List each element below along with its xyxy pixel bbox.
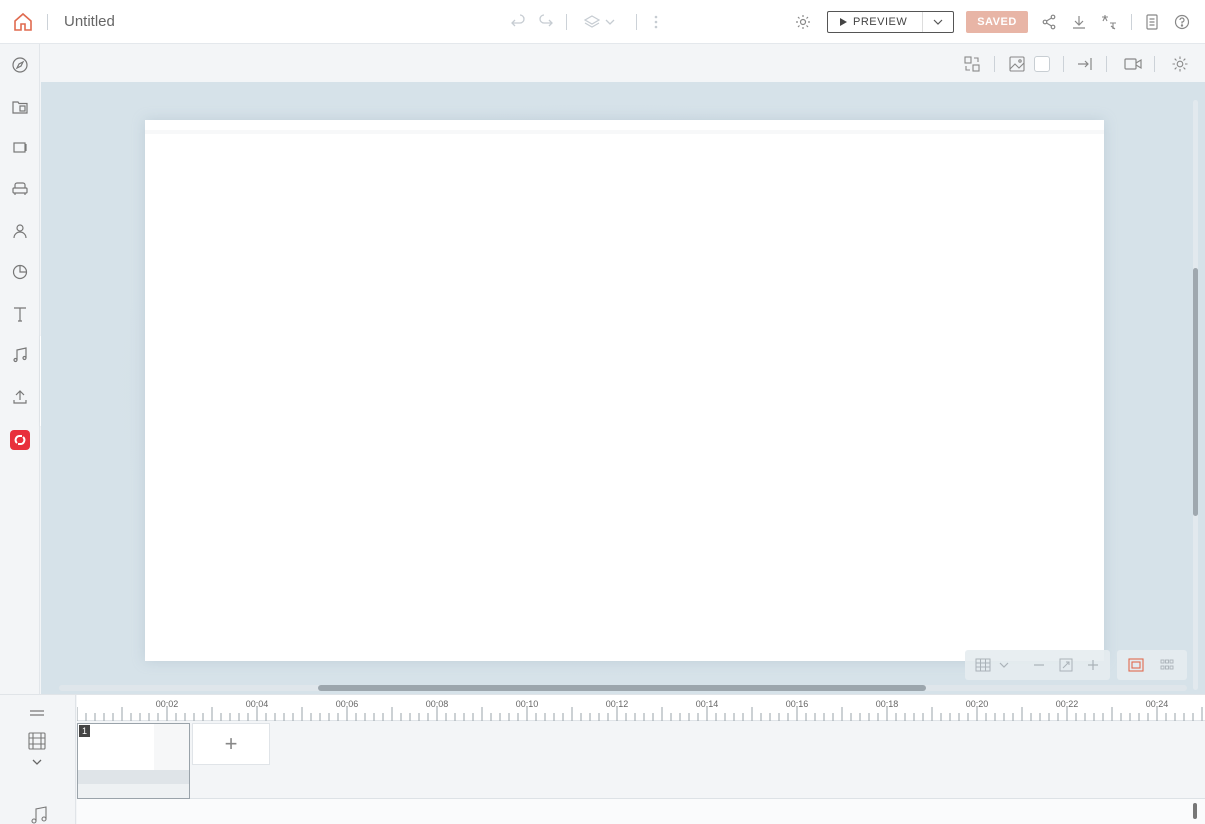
ruler-tick-label: 00:06 — [335, 699, 359, 709]
notes-icon[interactable] — [1142, 12, 1162, 32]
ruler-tick-label: 00:14 — [695, 699, 719, 709]
divider — [636, 14, 637, 30]
ruler-tick-label: 00:12 — [605, 699, 629, 709]
background-color-swatch[interactable] — [1031, 53, 1053, 75]
scene-settings-icon[interactable] — [1169, 53, 1191, 75]
gear-icon[interactable] — [793, 12, 813, 32]
divider — [1063, 56, 1064, 72]
divider — [994, 56, 995, 72]
ruler-tick-label: 00:24 — [1145, 699, 1169, 709]
scene-thumbnail-band — [78, 784, 189, 798]
ruler-tick-label: 00:04 — [245, 699, 269, 709]
transition-icon[interactable] — [1074, 53, 1096, 75]
scene-thumbnail-band — [78, 770, 189, 784]
undo-icon[interactable] — [508, 12, 528, 32]
scene-canvas[interactable] — [145, 120, 1104, 661]
zoom-in-icon[interactable] — [1083, 655, 1103, 675]
chevron-down-icon[interactable] — [31, 755, 43, 767]
left-sidebar — [0, 44, 40, 694]
chevron-down-icon[interactable] — [600, 12, 620, 32]
grid-icon[interactable] — [973, 655, 993, 675]
ruler-tick-label: 00:20 — [965, 699, 989, 709]
zoom-out-icon[interactable] — [1029, 655, 1049, 675]
horizontal-scrollbar-thumb[interactable] — [318, 685, 926, 691]
templates-icon[interactable] — [9, 96, 31, 118]
ruler-tick-label: 00:18 — [875, 699, 899, 709]
canvas-header-band — [145, 130, 1104, 134]
chevron-down-icon[interactable] — [931, 15, 945, 29]
camera-icon[interactable] — [1122, 53, 1144, 75]
upload-icon[interactable] — [9, 386, 31, 408]
background-image-icon[interactable] — [1006, 53, 1028, 75]
divider — [566, 14, 567, 30]
drag-handle-icon[interactable] — [29, 704, 45, 716]
scene-number: 1 — [79, 725, 90, 737]
scene-thumbnail[interactable]: 1 — [77, 723, 190, 799]
divider — [1154, 56, 1155, 72]
home-icon[interactable] — [12, 11, 34, 33]
redo-icon[interactable] — [536, 12, 556, 32]
music-icon[interactable] — [9, 344, 31, 366]
audio-track-icon[interactable] — [29, 805, 49, 824]
props-icon[interactable] — [9, 178, 31, 200]
compass-icon[interactable] — [9, 54, 31, 76]
brand-logo-icon[interactable] — [10, 430, 30, 450]
preview-button[interactable]: PREVIEW — [827, 11, 954, 33]
play-icon — [840, 18, 847, 26]
layers-icon[interactable] — [582, 12, 602, 32]
chart-icon[interactable] — [9, 261, 31, 283]
ruler-tick-label: 00:16 — [785, 699, 809, 709]
single-view-icon[interactable] — [1126, 655, 1146, 675]
vertical-scrollbar[interactable] — [1193, 100, 1198, 690]
translate-icon[interactable] — [1099, 12, 1119, 32]
zoom-controls — [965, 650, 1110, 680]
scene-track: 1 + — [77, 721, 1205, 799]
fit-to-screen-icon[interactable] — [1056, 655, 1076, 675]
grid-view-icon[interactable] — [1157, 655, 1177, 675]
help-icon[interactable] — [1172, 12, 1192, 32]
scenes-icon[interactable] — [9, 137, 31, 159]
divider — [47, 14, 48, 30]
swap-layout-icon[interactable] — [961, 53, 983, 75]
chevron-down-icon[interactable] — [994, 655, 1014, 675]
add-scene-button[interactable]: + — [192, 723, 270, 765]
vertical-scrollbar-thumb[interactable] — [1193, 268, 1198, 516]
scene-thumbnail-shade — [154, 724, 189, 770]
divider — [1106, 56, 1107, 72]
timeline-panel: 00:02 00:04 00:06 00:08 00:10 00:12 00:14 00:16… — [0, 694, 1205, 824]
ruler-tick-label: 00:10 — [515, 699, 539, 709]
stage-toolbar — [41, 44, 1205, 82]
horizontal-scrollbar[interactable] — [59, 685, 1187, 691]
text-icon[interactable] — [9, 303, 31, 325]
divider — [922, 12, 923, 32]
scene-track-icon[interactable] — [27, 731, 47, 751]
divider — [1131, 14, 1132, 30]
stage-area — [41, 82, 1205, 694]
timeline-track-labels — [0, 695, 76, 824]
top-bar: Untitled PREVIEW SAVED — [0, 0, 1205, 44]
preview-label: PREVIEW — [853, 16, 908, 28]
ruler-tick-label: 00:02 — [155, 699, 179, 709]
share-icon[interactable] — [1039, 12, 1059, 32]
project-title[interactable]: Untitled — [64, 13, 115, 30]
audio-track[interactable] — [77, 799, 1205, 824]
ruler-tick-label: 00:08 — [425, 699, 449, 709]
download-icon[interactable] — [1069, 12, 1089, 32]
character-icon[interactable] — [9, 220, 31, 242]
ruler-tick-label: 00:22 — [1055, 699, 1079, 709]
timeline-ruler[interactable]: 00:02 00:04 00:06 00:08 00:10 00:12 00:14 00:16… — [77, 695, 1205, 721]
more-vertical-icon[interactable] — [646, 12, 666, 32]
view-mode-controls — [1117, 650, 1187, 680]
timeline-scrollbar-thumb[interactable] — [1193, 803, 1197, 819]
saved-button[interactable]: SAVED — [966, 11, 1028, 33]
